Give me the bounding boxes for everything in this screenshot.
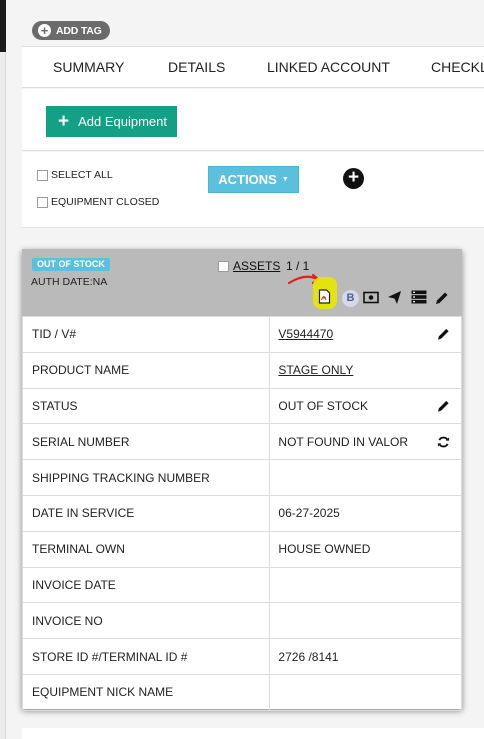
row-value: 2726 /8141 (269, 638, 462, 675)
row-label: STATUS (21, 387, 271, 425)
product-name-link[interactable]: STAGE ONLY (278, 363, 353, 377)
cash-icon[interactable] (363, 291, 379, 304)
assets-link[interactable]: ASSETS (233, 259, 280, 273)
table-row: DATE IN SERVICE 06-27-2025 (21, 494, 462, 532)
row-label: SHIPPING TRACKING NUMBER (21, 459, 271, 496)
status-badge: OUT OF STOCK (32, 258, 110, 271)
row-label: INVOICE NO (21, 602, 271, 640)
serial-number-value: NOT FOUND IN VALOR (278, 434, 408, 449)
table-row: TID / V# V5944470 (21, 316, 462, 353)
table-row: STORE ID #/TERMINAL ID # 2726 /8141 (21, 638, 462, 675)
row-value: OUT OF STOCK (269, 387, 462, 425)
row-label: INVOICE DATE (21, 566, 271, 604)
table-row: EQUIPMENT NICK NAME (21, 673, 462, 711)
actions-dropdown[interactable]: ACTIONS ▼ (208, 166, 299, 193)
tab-linked-account[interactable]: LINKED ACCOUNT (267, 47, 390, 88)
row-value: V5944470 (269, 316, 462, 353)
caret-down-icon: ▼ (281, 176, 289, 183)
tid-link[interactable]: V5944470 (278, 327, 333, 341)
add-tag-label: ADD TAG (56, 24, 102, 37)
list-icon[interactable] (411, 290, 427, 304)
refresh-icon[interactable] (437, 435, 450, 448)
pdf-icon[interactable] (318, 289, 331, 304)
row-value: 06-27-2025 (269, 494, 462, 532)
row-value (269, 602, 462, 640)
left-sidebar-edge (0, 0, 6, 739)
pencil-icon[interactable] (437, 399, 450, 412)
row-value: NOT FOUND IN VALOR (269, 423, 462, 461)
row-value (269, 673, 462, 711)
row-label: EQUIPMENT NICK NAME (21, 673, 271, 711)
assets-checkbox[interactable] (218, 261, 229, 272)
table-row: INVOICE NO (21, 602, 462, 640)
equipment-closed-row[interactable]: EQUIPMENT CLOSED (37, 196, 159, 208)
equipment-details-table: TID / V# V5944470 PRODUCT NAME STAGE ONL… (21, 316, 462, 711)
select-all-checkbox[interactable] (37, 169, 48, 181)
equipment-card-header: OUT OF STOCK AUTH DATE:NA ASSETS 1 / 1 B (22, 249, 462, 316)
tab-bar: SUMMARY DETAILS LINKED ACCOUNT CHECKL (22, 46, 484, 88)
equipment-closed-label: EQUIPMENT CLOSED (51, 196, 160, 208)
b-badge-icon[interactable]: B (342, 290, 359, 307)
page-footer-panel (22, 728, 484, 739)
pencil-icon[interactable] (435, 291, 449, 305)
equipment-add-panel: + Add Equipment (22, 89, 484, 151)
row-label: DATE IN SERVICE (21, 494, 271, 532)
select-all-row[interactable]: SELECT ALL (37, 169, 113, 181)
row-value: HOUSE OWNED (269, 530, 462, 568)
row-value (269, 459, 462, 496)
add-circle-icon[interactable]: + (343, 168, 364, 189)
tab-checklist[interactable]: CHECKL (431, 47, 484, 88)
table-row: PRODUCT NAME STAGE ONLY (21, 351, 462, 389)
tab-details[interactable]: DETAILS (168, 47, 225, 88)
row-label: TID / V# (21, 316, 271, 353)
actions-label: ACTIONS (218, 172, 277, 187)
select-all-label: SELECT ALL (51, 169, 113, 181)
row-value: STAGE ONLY (269, 351, 462, 389)
sidebar-dark-block (0, 0, 6, 52)
plus-icon: + (38, 24, 51, 37)
pencil-icon[interactable] (437, 328, 450, 341)
row-value (269, 566, 462, 604)
table-row: SERIAL NUMBER NOT FOUND IN VALOR (21, 423, 462, 461)
row-label: TERMINAL OWN (21, 530, 271, 568)
tab-summary[interactable]: SUMMARY (53, 47, 124, 88)
row-label: STORE ID #/TERMINAL ID # (21, 638, 271, 675)
status-value: OUT OF STOCK (278, 398, 368, 413)
add-tag-button[interactable]: + ADD TAG (32, 21, 110, 40)
equipment-closed-checkbox[interactable] (37, 196, 48, 208)
auth-date: AUTH DATE:NA (31, 276, 108, 288)
add-equipment-label: Add Equipment (78, 114, 168, 129)
plus-icon: + (58, 111, 70, 132)
send-icon[interactable] (387, 290, 402, 305)
row-label: SERIAL NUMBER (21, 423, 271, 461)
table-row: STATUS OUT OF STOCK (21, 387, 462, 425)
equipment-card: OUT OF STOCK AUTH DATE:NA ASSETS 1 / 1 B (21, 249, 462, 711)
table-row: SHIPPING TRACKING NUMBER (21, 459, 462, 496)
equipment-actions-panel: SELECT ALL EQUIPMENT CLOSED ACTIONS ▼ + (22, 152, 484, 228)
add-equipment-button[interactable]: + Add Equipment (46, 106, 177, 137)
table-row: TERMINAL OWN HOUSE OWNED (21, 530, 462, 568)
table-row: INVOICE DATE (21, 566, 462, 604)
row-label: PRODUCT NAME (21, 351, 271, 389)
